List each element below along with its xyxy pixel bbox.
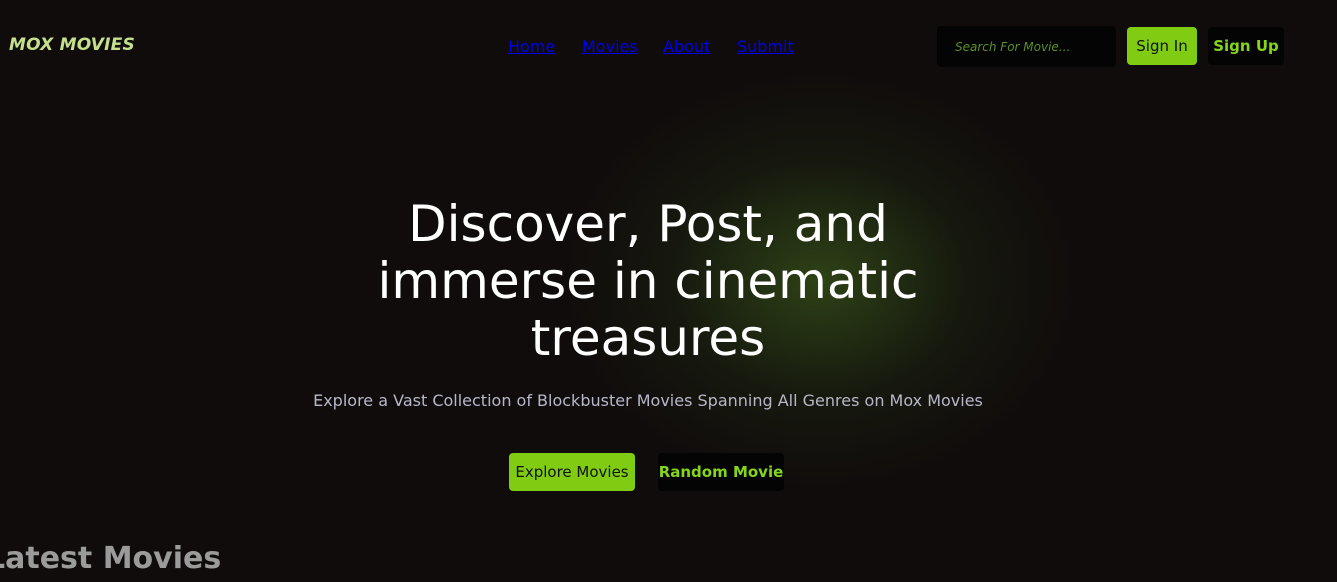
explore-movies-button[interactable]: Explore Movies (509, 453, 635, 491)
nav-item-home[interactable]: Home (508, 37, 555, 56)
nav-item-about[interactable]: About (663, 37, 710, 56)
hero-title: Discover, Post, and immerse in cinematic… (377, 195, 919, 367)
latest-movies-heading: Latest Movies (0, 541, 222, 576)
random-movie-button[interactable]: Random Movie (658, 453, 784, 491)
nav-item-submit[interactable]: Submit (737, 37, 794, 56)
nav-item-movies[interactable]: Movies (582, 37, 638, 56)
search-input[interactable] (937, 26, 1116, 67)
site-logo[interactable]: MOX MOVIES (9, 35, 135, 55)
sign-in-button[interactable]: Sign In (1127, 27, 1197, 65)
sign-up-button[interactable]: Sign Up (1208, 27, 1284, 65)
hero-subtitle: Explore a Vast Collection of Blockbuster… (313, 391, 983, 410)
page: MOX MOVIES Home Movies About Submit Sign… (0, 0, 1337, 582)
